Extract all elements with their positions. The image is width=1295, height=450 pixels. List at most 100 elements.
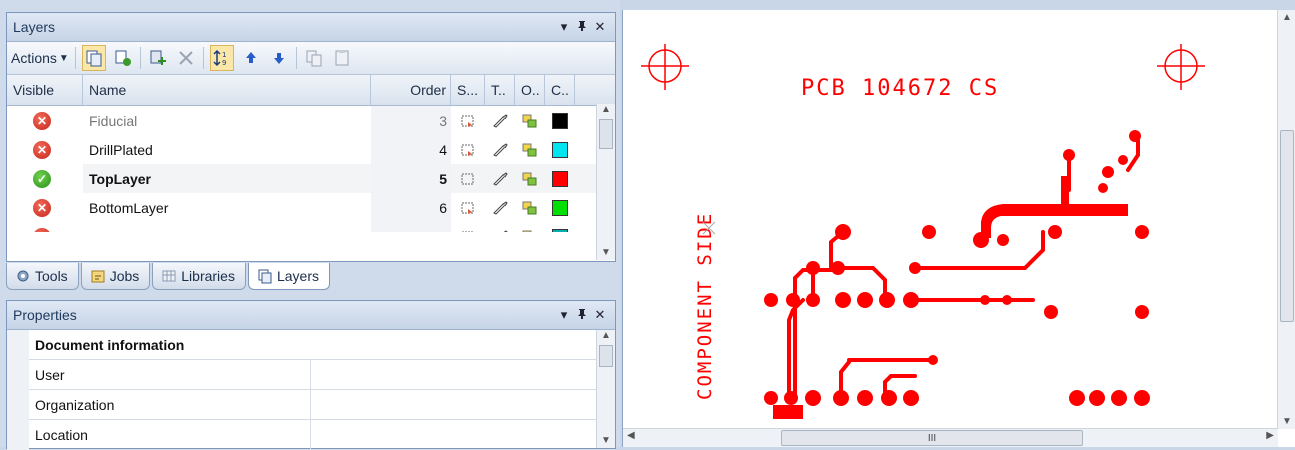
property-value[interactable] — [311, 420, 615, 449]
layer-tool-cell[interactable] — [485, 222, 515, 232]
layer-style-cell[interactable] — [451, 106, 485, 135]
color-swatch[interactable] — [552, 141, 568, 158]
pcb-drawing[interactable]: PCB 104672 CS COMPONENT SIDE — [623, 10, 1295, 447]
visible-cell[interactable]: ✕ — [7, 222, 83, 232]
scroll-down-icon[interactable]: ▼ — [1278, 416, 1295, 427]
layers-scrollbar[interactable]: ▲ ▼ — [596, 104, 615, 260]
scroll-thumb[interactable]: III — [781, 430, 1083, 446]
add-layer-button[interactable] — [147, 46, 169, 70]
layer-tool-cell[interactable] — [485, 106, 515, 135]
visible-cell[interactable]: ✕ — [7, 193, 83, 222]
visible-off-icon[interactable]: ✕ — [33, 140, 51, 159]
layer-output-cell[interactable] — [515, 164, 545, 193]
color-swatch[interactable] — [552, 228, 568, 232]
layer-row[interactable]: ✓ TopLayer 5 — [7, 164, 615, 193]
property-value[interactable] — [311, 390, 615, 419]
scroll-thumb[interactable] — [599, 119, 613, 149]
tab-tools[interactable]: Tools — [6, 263, 79, 290]
layer-color-cell[interactable] — [545, 106, 575, 135]
scroll-down-icon[interactable]: ▼ — [597, 247, 615, 258]
visible-off-icon[interactable]: ✕ — [33, 227, 51, 232]
copy-layer-button[interactable] — [303, 46, 325, 70]
layer-output-cell[interactable] — [515, 135, 545, 164]
layer-row[interactable]: ✕ DrillUnplated 7 — [7, 222, 615, 232]
canvas-hscrollbar[interactable]: ◀ III ▶ — [623, 428, 1278, 447]
layer-color-cell[interactable] — [545, 135, 575, 164]
layer-tool-cell[interactable] — [485, 135, 515, 164]
layer-tool-cell[interactable] — [485, 164, 515, 193]
close-icon[interactable]: ✕ — [591, 307, 609, 323]
column-t[interactable]: T.. — [485, 75, 515, 105]
tab-jobs[interactable]: Jobs — [80, 263, 151, 290]
column-name[interactable]: Name — [83, 75, 371, 105]
pcb-canvas[interactable]: PCB 104672 CS COMPONENT SIDE ▲ ▼ ◀ III ▶ — [622, 10, 1295, 447]
move-down-button[interactable] — [268, 46, 290, 70]
visible-off-icon[interactable]: ✕ — [33, 198, 51, 217]
layer-output-cell[interactable] — [515, 106, 545, 135]
scroll-thumb[interactable] — [1280, 130, 1294, 322]
color-swatch[interactable] — [552, 199, 568, 216]
visible-cell[interactable]: ✓ — [7, 164, 83, 193]
layer-settings-button[interactable] — [112, 46, 134, 70]
visible-on-icon[interactable]: ✓ — [33, 169, 51, 188]
property-row[interactable]: Organization — [29, 390, 615, 420]
layer-style-cell[interactable] — [451, 193, 485, 222]
layer-properties-button[interactable] — [81, 45, 106, 71]
layer-row[interactable]: ✕ Fiducial 3 — [7, 106, 615, 135]
visible-cell[interactable]: ✕ — [7, 135, 83, 164]
pin-icon[interactable] — [573, 20, 591, 35]
color-swatch[interactable] — [552, 170, 568, 187]
properties-scrollbar[interactable]: ▲ ▼ — [596, 330, 615, 448]
scroll-up-icon[interactable]: ▲ — [1278, 12, 1295, 23]
column-s[interactable]: S... — [451, 75, 485, 105]
layer-row[interactable]: ✕ DrillPlated 4 — [7, 135, 615, 164]
column-visible[interactable]: Visible — [7, 75, 83, 105]
canvas-vscrollbar[interactable]: ▲ ▼ — [1277, 10, 1295, 429]
column-c[interactable]: C.. — [545, 75, 575, 105]
layer-name: TopLayer — [89, 170, 151, 187]
layers-grid-header: Visible Name Order S... T.. O.. C.. — [7, 75, 615, 106]
tab-libraries[interactable]: Libraries — [152, 263, 246, 290]
property-label: User — [29, 360, 311, 389]
scroll-left-icon[interactable]: ◀ — [627, 430, 635, 441]
sort-order-button[interactable]: 19 — [209, 45, 234, 71]
visible-off-icon[interactable]: ✕ — [33, 111, 51, 130]
close-icon[interactable]: ✕ — [591, 19, 609, 35]
layer-color-cell[interactable] — [545, 164, 575, 193]
layer-output-cell[interactable] — [515, 193, 545, 222]
layer-style-cell[interactable] — [451, 164, 485, 193]
delete-layer-button[interactable] — [175, 46, 197, 70]
layer-row[interactable]: ✕ BottomLayer 6 — [7, 193, 615, 222]
paste-layer-button[interactable] — [331, 46, 353, 70]
column-order[interactable]: Order — [371, 75, 451, 105]
property-value[interactable] — [311, 360, 615, 389]
color-swatch[interactable] — [552, 112, 568, 129]
delete-icon — [179, 51, 193, 65]
layers-grid-body: ✕ Fiducial 3 ✕ DrillPlated 4 ✓ TopLayer … — [7, 106, 615, 232]
actions-menu-button[interactable]: Actions ▼ — [11, 46, 69, 70]
visible-cell[interactable]: ✕ — [7, 106, 83, 135]
dropdown-icon[interactable]: ▾ — [555, 307, 573, 323]
layer-style-cell[interactable] — [451, 222, 485, 232]
dropdown-icon[interactable]: ▾ — [555, 19, 573, 35]
section-header: Document information — [29, 330, 615, 360]
output-layers-icon — [522, 230, 532, 232]
property-row[interactable]: User — [29, 360, 615, 390]
layer-color-cell[interactable] — [545, 193, 575, 222]
scroll-up-icon[interactable]: ▲ — [597, 104, 615, 115]
move-up-button[interactable] — [240, 46, 262, 70]
scroll-up-icon[interactable]: ▲ — [597, 330, 615, 341]
arrow-up-icon — [245, 52, 256, 63]
layer-style-cell[interactable] — [451, 135, 485, 164]
tab-label: Layers — [276, 268, 319, 284]
layer-color-cell[interactable] — [545, 222, 575, 232]
scroll-down-icon[interactable]: ▼ — [597, 435, 615, 446]
column-o[interactable]: O.. — [515, 75, 545, 105]
scroll-thumb[interactable] — [599, 345, 613, 367]
property-row[interactable]: Location — [29, 420, 615, 450]
pin-icon[interactable] — [573, 308, 591, 323]
layer-output-cell[interactable] — [515, 222, 545, 232]
tab-layers[interactable]: Layers — [247, 263, 330, 290]
scroll-right-icon[interactable]: ▶ — [1266, 430, 1274, 441]
layer-tool-cell[interactable] — [485, 193, 515, 222]
